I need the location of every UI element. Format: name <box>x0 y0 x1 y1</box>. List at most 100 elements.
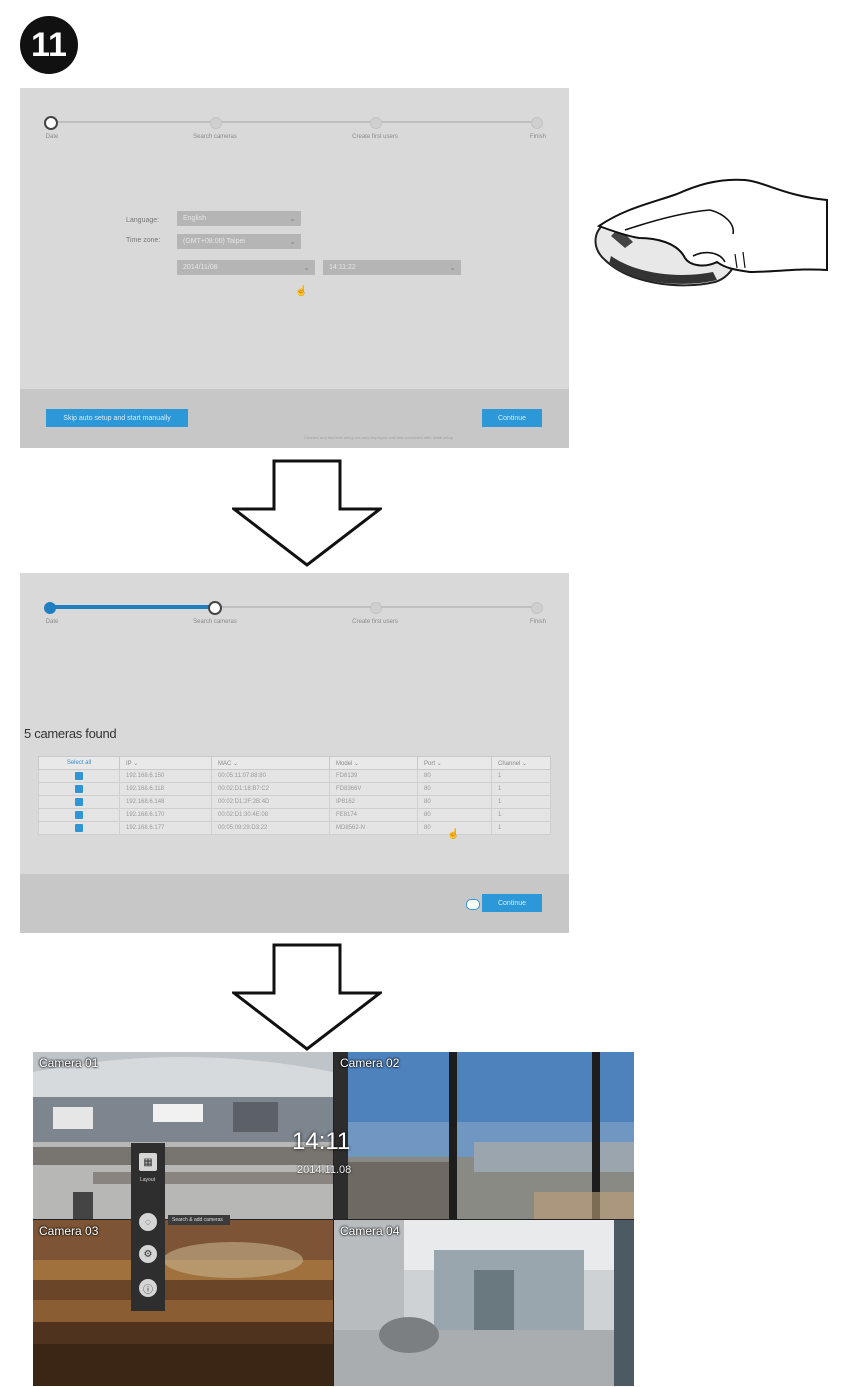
column-port-label: Port <box>424 760 436 767</box>
chevron-down-icon: ⌄ <box>303 263 310 272</box>
cell-mac: 00:02:D1:2F:2B:4D <box>211 795 330 809</box>
step-label-users: Create first users <box>352 134 398 140</box>
date-picker[interactable]: 2014/11/08 ⌄ <box>177 260 315 275</box>
down-arrow-icon <box>232 459 382 567</box>
row-checkbox[interactable] <box>38 769 120 783</box>
row-checkbox[interactable] <box>38 821 120 835</box>
timezone-value: (GMT+08:00) Taipei <box>183 238 245 245</box>
cell-ip: 192.168.6.118 <box>119 782 212 796</box>
mouse-pointer-icon: ☝ <box>295 286 308 297</box>
column-ip[interactable]: IP ⌄ <box>119 756 212 770</box>
step-node-date <box>44 116 58 130</box>
cell-ip: 192.168.6.150 <box>119 769 212 783</box>
language-label: Language: <box>126 217 160 224</box>
skip-setup-button[interactable]: Skip auto setup and start manually <box>46 409 188 427</box>
table-row: 192.168.6.150 00:05:11:07:88:80 FD8139 8… <box>38 769 551 783</box>
cell-model: FE8174 <box>329 808 418 822</box>
step-label-finish: Finish <box>529 619 547 625</box>
chevron-down-icon: ⌄ <box>289 214 296 223</box>
timezone-label: Time zone: <box>126 237 161 244</box>
row-checkbox[interactable] <box>38 795 120 809</box>
cell-mac: 00:05:09:29:D3:22 <box>211 821 330 835</box>
cell-channel: 1 <box>491 808 551 822</box>
table-header-row: Select all IP ⌄ MAC ⌄ Model ⌄ Port ⌄ Cha… <box>38 756 551 770</box>
camera-01-feed[interactable] <box>33 1052 333 1219</box>
checkbox-checked-icon <box>75 824 83 832</box>
menu-layout-label: Layout <box>140 1177 156 1183</box>
time-picker[interactable]: 14:11:22 ⌄ <box>323 260 461 275</box>
row-checkbox[interactable] <box>38 808 120 822</box>
cell-channel: 1 <box>491 769 551 783</box>
cell-ip: 192.168.6.177 <box>119 821 212 835</box>
timezone-select[interactable]: (GMT+08:00) Taipei ⌄ <box>177 234 301 249</box>
table-row: 192.168.6.177 00:05:09:29:D3:22 MD8562-N… <box>38 821 551 835</box>
menu-tooltip: Search & add cameras <box>168 1215 230 1225</box>
cell-port: 80 <box>417 769 492 783</box>
column-channel[interactable]: Channel ⌄ <box>491 756 551 770</box>
cell-port: 80 <box>417 782 492 796</box>
hand-clicking-mouse-illustration <box>594 178 828 287</box>
continue-button[interactable]: Continue <box>482 894 542 912</box>
step-label-search: Search cameras <box>193 134 237 140</box>
step-label-finish: Finish <box>529 134 547 140</box>
step-node-date <box>44 602 56 614</box>
date-value: 2014/11/08 <box>183 264 218 271</box>
step-label-date: Date <box>45 134 59 140</box>
cell-channel: 1 <box>491 795 551 809</box>
camera-label: Camera 01 <box>39 1056 99 1070</box>
step-node-finish <box>531 117 543 129</box>
layout-grid-icon[interactable]: ▦ <box>139 1153 157 1171</box>
camera-04-feed[interactable] <box>334 1220 634 1386</box>
camera-table: Select all IP ⌄ MAC ⌄ Model ⌄ Port ⌄ Cha… <box>38 756 551 835</box>
column-ip-label: IP <box>126 760 132 767</box>
toggle-icon[interactable] <box>466 899 480 910</box>
cell-mac: 00:02:D1:18:B7:C2 <box>211 782 330 796</box>
checkbox-checked-icon <box>75 772 83 780</box>
time-value: 14:11:22 <box>329 264 356 271</box>
cell-ip: 192.168.6.170 <box>119 808 212 822</box>
chevron-down-icon: ⌄ <box>449 263 456 272</box>
table-row: 192.168.6.148 00:02:D1:2F:2B:4D IP8162 8… <box>38 795 551 809</box>
down-arrow-icon <box>232 943 382 1051</box>
camera-search-icon[interactable]: ◌ <box>139 1213 157 1231</box>
checkbox-checked-icon <box>75 785 83 793</box>
cell-channel: 1 <box>491 782 551 796</box>
checkbox-checked-icon <box>75 811 83 819</box>
wizard-panel-date: Date Search cameras Create first users F… <box>20 88 569 448</box>
language-value: English <box>183 215 206 222</box>
row-checkbox[interactable] <box>38 782 120 796</box>
cell-mac: 00:02:D1:30:4E:08 <box>211 808 330 822</box>
checkbox-checked-icon <box>75 798 83 806</box>
settings-gear-icon[interactable]: ⚙ <box>139 1245 157 1263</box>
continue-button[interactable]: Continue <box>482 409 542 427</box>
side-menu: ▦ Layout ◌ ⚙ ⓘ <box>131 1143 165 1311</box>
setup-note: Connect and first time setup are only di… <box>304 435 455 440</box>
camera-label: Camera 04 <box>340 1224 400 1238</box>
progress-fill <box>50 605 214 609</box>
cell-model: IP8162 <box>329 795 418 809</box>
language-select[interactable]: English ⌄ <box>177 211 301 226</box>
camera-03-feed[interactable] <box>33 1220 333 1386</box>
camera-02-feed[interactable] <box>334 1052 634 1219</box>
select-all-header[interactable]: Select all <box>38 756 120 770</box>
step-label-users: Create first users <box>352 619 398 625</box>
info-icon[interactable]: ⓘ <box>139 1279 157 1297</box>
cell-mac: 00:05:11:07:88:80 <box>211 769 330 783</box>
progress-track <box>50 121 539 123</box>
column-model[interactable]: Model ⌄ <box>329 756 418 770</box>
table-row: 192.168.6.118 00:02:D1:18:B7:C2 FD8366V … <box>38 782 551 796</box>
cell-port: 80 <box>417 808 492 822</box>
camera-label: Camera 03 <box>39 1224 99 1238</box>
cameras-found-title: 5 cameras found <box>24 726 117 741</box>
table-row: 192.168.6.170 00:02:D1:30:4E:08 FE8174 8… <box>38 808 551 822</box>
step-label-search: Search cameras <box>193 619 237 625</box>
step-node-finish <box>531 602 543 614</box>
cell-model: FD8139 <box>329 769 418 783</box>
cell-model: FD8366V <box>329 782 418 796</box>
chevron-down-icon: ⌄ <box>289 237 296 246</box>
column-mac-label: MAC <box>218 760 232 767</box>
column-mac[interactable]: MAC ⌄ <box>211 756 330 770</box>
column-port[interactable]: Port ⌄ <box>417 756 492 770</box>
wizard-panel-search: Date Search cameras Create first users F… <box>20 573 569 933</box>
step-label-date: Date <box>45 619 59 625</box>
